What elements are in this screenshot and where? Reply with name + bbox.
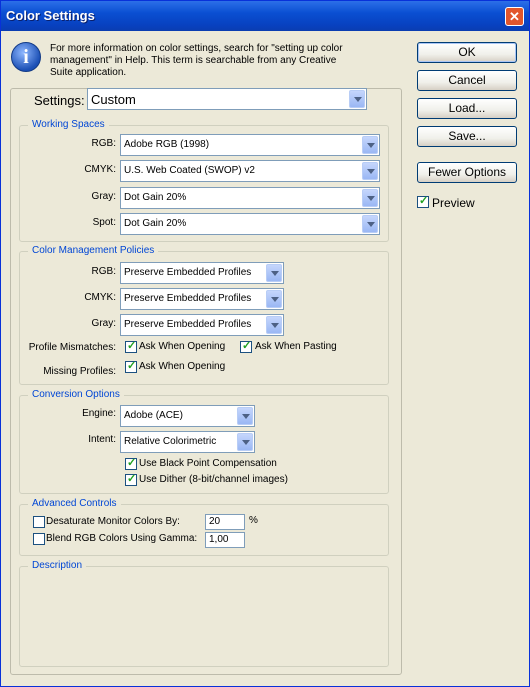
preview-checkbox[interactable] [417, 194, 429, 208]
save-button[interactable]: Save... [417, 126, 517, 147]
window-title: Color Settings [6, 8, 95, 23]
working-gray-value: Dot Gain 20% [124, 192, 187, 203]
settings-select[interactable]: Custom [87, 88, 367, 110]
working-spaces-title: Working Spaces [28, 119, 109, 130]
policy-cmyk-value: Preserve Embedded Profiles [124, 293, 252, 304]
working-cmyk-label: CMYK: [84, 164, 116, 175]
dither-checkbox[interactable] [125, 472, 137, 486]
engine-value: Adobe (ACE) [124, 410, 183, 421]
info-icon: i [11, 42, 41, 72]
working-rgb-value: Adobe RGB (1998) [124, 139, 210, 150]
desaturate-checkbox[interactable] [33, 516, 45, 528]
policy-rgb-label: RGB: [91, 266, 116, 277]
advanced-group: Advanced Controls [19, 498, 389, 556]
intent-select[interactable]: Relative Colorimetric [120, 431, 255, 453]
blend-gamma-label: Blend RGB Colors Using Gamma: [46, 533, 198, 544]
close-icon[interactable]: ✕ [505, 7, 524, 26]
chevron-down-icon [237, 433, 253, 451]
working-spot-value: Dot Gain 20% [124, 218, 187, 229]
cancel-button[interactable]: Cancel [417, 70, 517, 91]
intent-value: Relative Colorimetric [124, 436, 217, 447]
working-gray-select[interactable]: Dot Gain 20% [120, 187, 380, 209]
percent-unit: % [249, 515, 258, 526]
preview-label: Preview [432, 196, 475, 210]
dither-label: Use Dither (8-bit/channel images) [139, 474, 288, 485]
load-button[interactable]: Load... [417, 98, 517, 119]
settings-value: Custom [91, 92, 136, 107]
profile-mismatches-label: Profile Mismatches: [28, 342, 116, 353]
chevron-down-icon [362, 136, 378, 154]
policy-gray-select[interactable]: Preserve Embedded Profiles [120, 314, 284, 336]
missing-profiles-label: Missing Profiles: [43, 366, 116, 377]
policy-cmyk-select[interactable]: Preserve Embedded Profiles [120, 288, 284, 310]
policy-rgb-value: Preserve Embedded Profiles [124, 267, 252, 278]
chevron-down-icon [362, 162, 378, 180]
working-spot-label: Spot: [92, 217, 116, 228]
intent-label: Intent: [88, 434, 116, 445]
mismatch-ask-opening-label: Ask When Opening [139, 341, 226, 352]
policies-title: Color Management Policies [28, 245, 159, 256]
blend-gamma-checkbox[interactable] [33, 533, 45, 545]
working-cmyk-value: U.S. Web Coated (SWOP) v2 [124, 165, 255, 176]
chevron-down-icon [266, 264, 282, 282]
mismatch-ask-opening-checkbox[interactable] [125, 339, 137, 353]
description-title: Description [28, 560, 87, 571]
chevron-down-icon [266, 290, 282, 308]
policy-gray-value: Preserve Embedded Profiles [124, 319, 252, 330]
info-text: For more information on color settings, … [50, 43, 343, 78]
color-settings-window: Color Settings ✕ i For more information … [0, 0, 530, 687]
desaturate-input[interactable]: 20 [205, 514, 245, 530]
chevron-down-icon [237, 407, 253, 425]
blend-gamma-input[interactable]: 1,00 [205, 532, 245, 548]
settings-label: Settings: [31, 93, 88, 108]
title-bar: Color Settings ✕ [1, 1, 529, 31]
missing-ask-opening-label: Ask When Opening [139, 361, 226, 372]
working-rgb-select[interactable]: Adobe RGB (1998) [120, 134, 380, 156]
working-cmyk-select[interactable]: U.S. Web Coated (SWOP) v2 [120, 160, 380, 182]
desaturate-label: Desaturate Monitor Colors By: [46, 516, 180, 527]
policy-gray-label: Gray: [91, 318, 116, 329]
mismatch-ask-pasting-label: Ask When Pasting [255, 341, 337, 352]
working-gray-label: Gray: [91, 191, 116, 202]
working-spot-select[interactable]: Dot Gain 20% [120, 213, 380, 235]
policy-cmyk-label: CMYK: [84, 292, 116, 303]
engine-select[interactable]: Adobe (ACE) [120, 405, 255, 427]
black-point-label: Use Black Point Compensation [139, 458, 277, 469]
fewer-options-button[interactable]: Fewer Options [417, 162, 517, 183]
policy-rgb-select[interactable]: Preserve Embedded Profiles [120, 262, 284, 284]
black-point-checkbox[interactable] [125, 456, 137, 470]
working-rgb-label: RGB: [91, 138, 116, 149]
advanced-title: Advanced Controls [28, 498, 121, 509]
dialog-body: i For more information on color settings… [4, 31, 526, 683]
conversion-title: Conversion Options [28, 389, 124, 400]
chevron-down-icon [349, 90, 365, 108]
description-group: Description [19, 560, 389, 667]
mismatch-ask-pasting-checkbox[interactable] [240, 339, 252, 353]
chevron-down-icon [362, 215, 378, 233]
chevron-down-icon [362, 189, 378, 207]
engine-label: Engine: [82, 408, 116, 419]
ok-button[interactable]: OK [417, 42, 517, 63]
chevron-down-icon [266, 316, 282, 334]
missing-ask-opening-checkbox[interactable] [125, 359, 137, 373]
